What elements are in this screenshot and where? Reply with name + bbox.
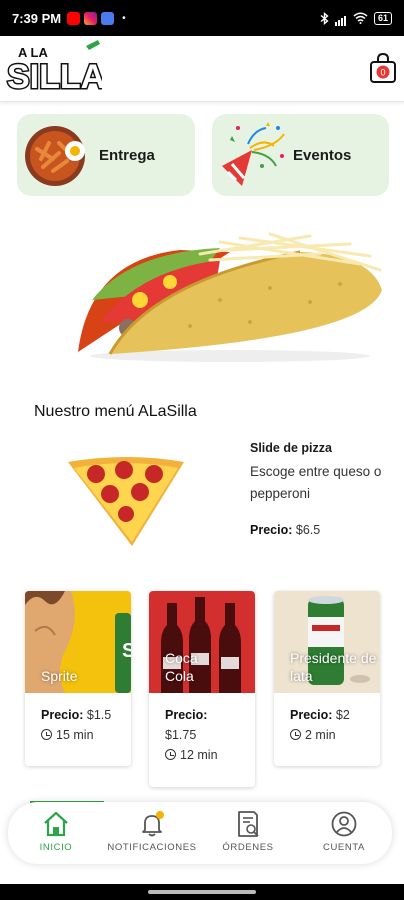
clock-icon [41,729,52,740]
taco-hero-image [78,232,382,362]
cart-icon[interactable]: 0 [368,52,398,84]
product-price-coca-cola: Precio: $1.75 [165,705,245,745]
product-card-coca-cola[interactable]: Coca Cola Precio: $1.75 12 min [149,591,255,787]
product-image-coca-cola: Coca Cola [149,591,255,693]
product-time-sprite: 15 min [41,725,121,745]
price-value: $2 [335,708,350,722]
clock-icon [290,729,301,740]
clock-icon [165,749,176,760]
nav-label-notificaciones: NOTIFICACIONES [107,842,197,853]
time-value: 15 min [56,728,94,742]
system-home-pill[interactable] [148,890,256,894]
svg-text:S: S [122,640,131,662]
status-bar: 7:39 PM • 61 [0,0,404,36]
nav-label-inicio: INICIO [39,842,73,853]
bell-icon [142,811,164,837]
alasilla-logo[interactable]: A LA SILLA [6,40,102,94]
product-time-coca-cola: 12 min [165,745,245,765]
nav-item-notificaciones[interactable]: NOTIFICACIONES [104,802,200,864]
category-label-entrega: Entrega [99,146,155,164]
account-icon [331,811,357,837]
product-name-sprite: Sprite [41,668,78,684]
product-time-presidente: 2 min [290,725,370,745]
app-notification-icon [101,11,115,25]
price-label: Precio: [290,708,333,722]
product-image-sprite: S Sprite [25,591,131,693]
nav-label-cuenta: CUENTA [323,842,365,853]
wifi-icon [353,12,368,24]
featured-item-price: Precio: $6.5 [250,523,320,537]
status-time: 7:39 PM [12,10,62,26]
featured-item-description: Escoge entre queso o pepperoni [250,464,382,501]
category-label-eventos: Eventos [293,146,352,164]
youtube-notification-icon [67,11,81,25]
battery-indicator: 61 [373,11,392,25]
signal-icon [334,11,347,26]
product-name-coca-cola: Coca Cola [165,650,198,684]
category-card-entrega[interactable]: Entrega [17,114,195,196]
nav-item-cuenta[interactable]: CUENTA [296,802,392,864]
category-card-eventos[interactable]: Eventos [212,114,389,196]
product-card-sprite[interactable]: S Sprite Precio: $1.5 15 min [25,591,131,766]
featured-price-value: $6.5 [295,523,321,537]
logo-text-main: SILLA [7,58,102,94]
instagram-notification-icon [84,11,98,25]
app-header: A LA SILLA 0 [0,36,404,102]
cart-count: 0 [380,68,385,78]
product-price-presidente: Precio: $2 [290,705,370,725]
price-value: $1.5 [86,708,112,722]
food-bowl-image [25,126,85,186]
price-label: Precio: [165,708,208,722]
orders-icon [238,811,259,837]
more-notifications-dot: • [122,12,126,24]
time-value: 12 min [180,748,218,762]
home-icon [44,811,68,837]
nav-label-ordenes: ÓRDENES [222,842,274,853]
menu-section-title: Nuestro menú ALaSilla [34,403,197,420]
time-value: 2 min [305,728,336,742]
featured-price-label: Precio: [250,523,293,537]
nav-item-inicio[interactable]: INICIO [8,802,104,864]
party-popper-image [222,122,285,186]
product-name-presidente: Presidente de lata [290,650,377,684]
bluetooth-icon [320,11,329,25]
product-image-presidente: Presidente de lata [274,591,380,693]
nav-item-ordenes[interactable]: ÓRDENES [200,802,296,864]
featured-item-name: Slide de pizza [250,441,332,455]
price-value: $1.75 [165,728,197,742]
product-price-sprite: Precio: $1.5 [41,705,121,725]
price-label: Precio: [41,708,84,722]
pizza-slice-image[interactable] [66,456,186,548]
product-card-presidente[interactable]: Presidente de lata Precio: $2 2 min [274,591,380,766]
bottom-navigation: INICIO NOTIFICACIONES ÓRDENES CUENTA [8,802,392,864]
